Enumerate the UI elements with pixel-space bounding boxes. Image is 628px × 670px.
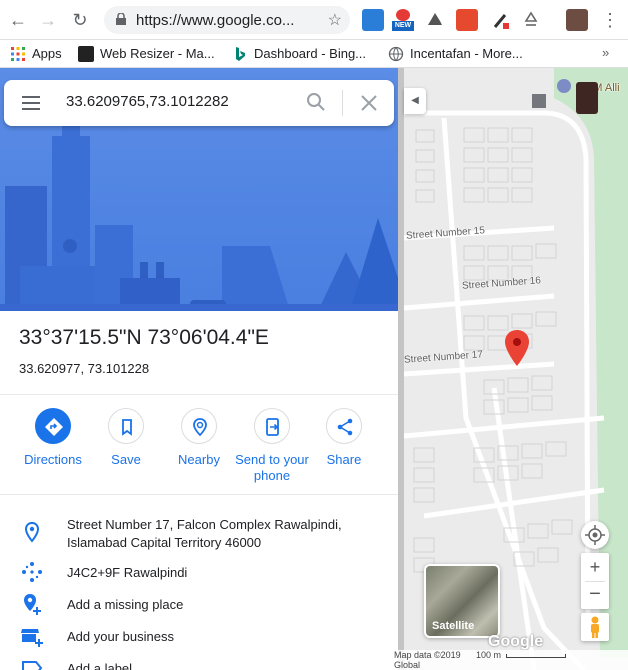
address-text: Street Number 17, Falcon Complex Rawalpi…	[67, 517, 342, 550]
add-business-icon	[21, 629, 43, 647]
send-to-phone-label: Send to your phone	[235, 452, 309, 483]
location-pin-icon	[24, 521, 40, 543]
divider	[0, 494, 398, 495]
label-icon	[22, 661, 43, 670]
globe-icon	[388, 46, 404, 61]
share-button[interactable]: Share	[299, 408, 389, 468]
add-label-row[interactable]: Add a label	[0, 658, 398, 670]
more-bookmarks-icon[interactable]: »	[602, 45, 609, 60]
lock-icon	[116, 13, 126, 25]
zoom-out-button[interactable]: −	[581, 581, 609, 609]
divider	[0, 394, 398, 395]
zoom-in-button[interactable]: +	[581, 553, 609, 581]
collapse-panel-button[interactable]: ◀	[404, 88, 426, 114]
map-footer: Map data ©2019 100 m Global	[392, 650, 628, 670]
satellite-label: Satellite	[432, 620, 475, 632]
plus-code-icon	[22, 562, 42, 582]
bookmark-bing-dashboard[interactable]: Dashboard - Bing...	[232, 45, 366, 62]
searchbox-divider	[342, 90, 343, 116]
bookmark-web-resizer[interactable]: Web Resizer - Ma...	[78, 45, 215, 62]
profile-avatar[interactable]	[566, 9, 588, 31]
plus-code-row[interactable]: J4C2+9F Rawalpindi	[0, 562, 398, 588]
street-view-pegman-button[interactable]	[581, 613, 609, 641]
recycle-icon[interactable]	[520, 9, 542, 31]
send-to-phone-icon	[254, 408, 290, 444]
place-panel: 33.6209765,73.1012282 33°37'15.5"N 73°06…	[0, 68, 398, 670]
apps-grid-icon	[11, 46, 25, 61]
bing-icon	[236, 46, 245, 61]
nearby-label: Nearby	[178, 452, 220, 467]
global-label[interactable]: Global	[394, 660, 420, 670]
user-avatar[interactable]	[576, 82, 598, 114]
location-pin-marker-icon[interactable]	[505, 330, 529, 366]
share-label: Share	[326, 452, 362, 467]
search-box[interactable]: 33.6209765,73.1012282	[4, 80, 394, 126]
scale-label[interactable]: 100 m	[476, 650, 501, 660]
bookmark-label: Incentafan - More...	[410, 46, 523, 62]
pegman-icon	[591, 616, 599, 638]
map-data-attribution[interactable]: Map data ©2019	[394, 650, 461, 660]
bookmarks-bar: Apps Web Resizer - Ma... Dashboard - Bin…	[0, 40, 628, 68]
bookmark-icon	[108, 408, 144, 444]
plus-code-text: J4C2+9F Rawalpindi	[67, 565, 188, 580]
add-location-icon	[24, 594, 41, 615]
zoom-controls: + −	[581, 553, 609, 609]
add-label-text: Add a label	[67, 661, 133, 670]
web-resizer-icon	[78, 45, 94, 62]
new-badge: NEW	[392, 21, 414, 31]
back-icon[interactable]: ←	[6, 8, 30, 32]
address-bar[interactable]: https://www.google.co... ☆	[104, 6, 350, 34]
directions-icon	[35, 408, 71, 444]
add-missing-place-text: Add a missing place	[67, 597, 184, 612]
extension-new-icon[interactable]: NEW	[392, 9, 414, 31]
place-title: 33°37'15.5"N 73°06'04.4"E	[19, 326, 269, 349]
directions-label: Directions	[24, 452, 82, 467]
add-missing-place-row[interactable]: Add a missing place	[0, 594, 398, 620]
add-business-text: Add your business	[67, 629, 174, 644]
my-location-icon	[585, 525, 605, 545]
save-label: Save	[111, 452, 141, 467]
bookmark-incentafan[interactable]: Incentafan - More...	[388, 45, 523, 62]
search-input[interactable]: 33.6209765,73.1012282	[66, 93, 229, 110]
search-icon[interactable]	[306, 92, 326, 112]
reload-icon[interactable]: ↻	[68, 8, 92, 32]
browser-toolbar: ← → ↻ https://www.google.co... ☆ NEW ⋮	[0, 0, 628, 40]
bookmark-label: Web Resizer - Ma...	[100, 46, 215, 62]
extension-css-icon[interactable]	[362, 9, 384, 31]
browser-menu-icon[interactable]: ⋮	[598, 8, 622, 32]
close-icon[interactable]	[360, 94, 378, 112]
bookmark-label: Dashboard - Bing...	[254, 46, 367, 62]
google-logo: Google	[488, 633, 544, 650]
bookmark-star-icon[interactable]: ☆	[328, 10, 342, 30]
place-coordinates: 33.620977, 73.101228	[19, 361, 150, 376]
scale-bar	[506, 654, 566, 658]
my-location-button[interactable]	[581, 521, 609, 549]
nearby-icon	[181, 408, 217, 444]
satellite-layer-toggle[interactable]: Satellite	[424, 564, 500, 638]
forward-icon[interactable]: →	[36, 8, 60, 32]
extension-shark-icon[interactable]	[424, 9, 446, 31]
bookmark-label: Apps	[32, 46, 62, 62]
bookmark-apps[interactable]: Apps	[10, 45, 62, 62]
extension-picker-icon[interactable]	[490, 9, 512, 31]
address-row[interactable]: Street Number 17, Falcon Complex Rawalpi…	[0, 516, 398, 556]
share-icon	[326, 408, 362, 444]
add-business-row[interactable]: Add your business	[0, 626, 398, 652]
hamburger-menu-icon[interactable]	[22, 96, 40, 110]
url-text: https://www.google.co...	[136, 12, 295, 29]
extension-y-icon[interactable]	[456, 9, 478, 31]
